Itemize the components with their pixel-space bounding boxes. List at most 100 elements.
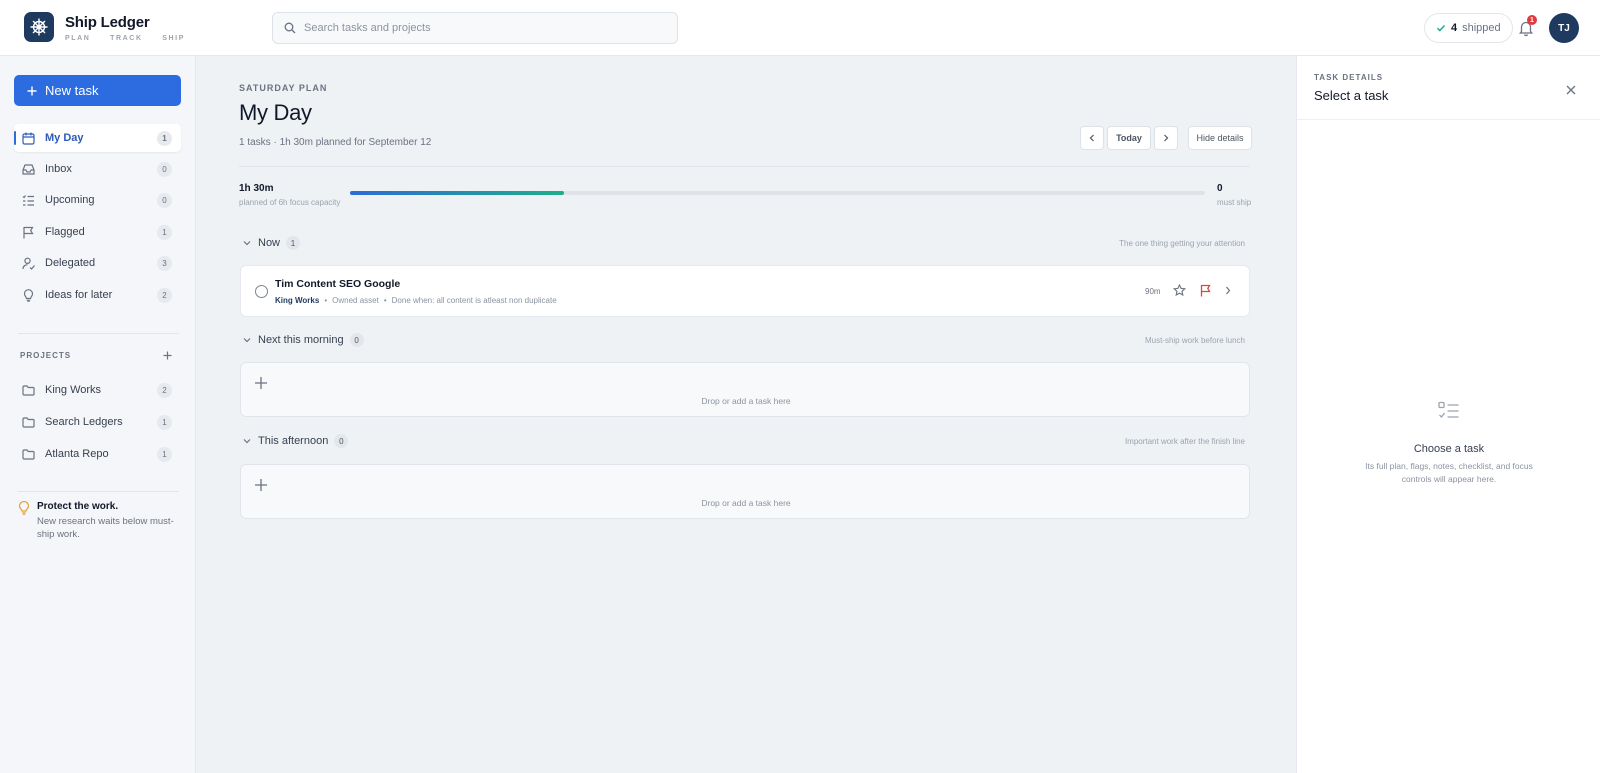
folder-icon (22, 384, 35, 397)
header-divider (239, 166, 1250, 167)
section-hint-next-this-morning: Must-ship work before lunch (1144, 335, 1245, 345)
task-project[interactable]: King Works (275, 296, 319, 305)
add-task-plus-icon[interactable] (254, 478, 268, 492)
project-item-king-works[interactable]: King Works 2 (14, 376, 181, 404)
projects-header: PROJECTS (20, 351, 172, 360)
nav-label-upcoming: Upcoming (45, 194, 95, 206)
capacity-caption: planned of 6h focus capacity (239, 198, 341, 207)
project-item-atlanta-repo[interactable]: Atlanta Repo 1 (14, 440, 181, 468)
calendar-icon (22, 132, 35, 145)
drop-zone-next-this-morning[interactable]: Drop or add a task here (240, 362, 1250, 417)
nav-count-delegated: 3 (157, 255, 172, 271)
section-hint-now: The one thing getting your attention (1119, 238, 1245, 248)
meta-separator: • (383, 296, 387, 305)
section-count-next-this-morning: 0 (349, 333, 364, 347)
sidebar-divider (18, 333, 179, 334)
nav-item-upcoming[interactable]: Upcoming 0 (14, 186, 181, 214)
add-task-plus-icon[interactable] (254, 376, 268, 390)
ship-wheel-logo-icon[interactable] (24, 12, 54, 42)
task-done-when: Done when: all content is atleast non du… (391, 296, 557, 305)
task-title: Tim Content SEO Google (275, 278, 401, 290)
nav-item-my-day[interactable]: My Day 1 (14, 124, 181, 152)
nav-item-delegated[interactable]: Delegated 3 (14, 249, 181, 277)
sidebar-divider (18, 491, 179, 492)
planned-time: 1h 30m (239, 183, 274, 194)
task-complete-checkbox[interactable] (255, 285, 268, 298)
star-icon[interactable] (1173, 284, 1186, 297)
shipped-counter[interactable]: 4 shipped (1424, 13, 1513, 43)
details-title: Select a task (1314, 88, 1389, 103)
section-title-next-this-morning: Next this morning (258, 334, 344, 346)
section-hint-this-afternoon: Important work after the finish line (1124, 436, 1245, 446)
close-icon[interactable] (1564, 83, 1578, 97)
must-ship-count: 0 (1217, 183, 1223, 194)
task-details-panel: TASK DETAILS Select a task Choose a task… (1296, 56, 1600, 773)
capacity-progress-bar (350, 191, 1205, 195)
previous-day-button[interactable] (1080, 126, 1104, 150)
section-title-this-afternoon: This afternoon (258, 435, 329, 447)
chevron-right-icon[interactable] (1224, 286, 1232, 295)
section-title-now: Now (258, 237, 281, 249)
project-label-search-ledgers: Search Ledgers (45, 416, 123, 428)
must-ship-label: must ship (1217, 198, 1252, 207)
section-count-this-afternoon: 0 (334, 434, 349, 448)
section-count-now: 1 (286, 236, 301, 250)
nav-item-inbox[interactable]: Inbox 0 (14, 155, 181, 183)
tip-card: Protect the work. New research waits bel… (18, 501, 178, 541)
tip-body: New research waits below must-ship work. (37, 516, 174, 540)
nav-count-flagged: 1 (157, 224, 172, 240)
project-item-search-ledgers[interactable]: Search Ledgers 1 (14, 408, 181, 436)
shipped-label: shipped (1462, 22, 1501, 34)
empty-state-title: Choose a task (1413, 443, 1485, 455)
lightbulb-icon (22, 288, 35, 302)
section-header-this-afternoon[interactable]: This afternoon 0 Important work after th… (243, 434, 1245, 448)
section-header-now[interactable]: Now 1 The one thing getting your attenti… (243, 236, 1245, 250)
chevron-down-icon (243, 437, 251, 445)
plus-icon (27, 86, 37, 96)
inbox-icon (22, 163, 35, 176)
section-header-next-this-morning[interactable]: Next this morning 0 Must-ship work befor… (243, 333, 1245, 347)
folder-icon (22, 448, 35, 461)
drop-zone-this-afternoon[interactable]: Drop or add a task here (240, 464, 1250, 519)
folder-icon (22, 416, 35, 429)
search-box[interactable] (272, 12, 678, 44)
shipped-count: 4 (1451, 22, 1458, 34)
user-delegate-icon (22, 257, 35, 270)
nav-label-delegated: Delegated (45, 257, 96, 269)
add-project-plus-icon[interactable] (163, 351, 172, 360)
new-task-label: New task (45, 83, 99, 98)
notification-badge: 1 (1527, 15, 1537, 25)
nav-label-flagged: Flagged (45, 226, 85, 238)
project-count-king-works: 2 (157, 382, 172, 398)
project-label-king-works: King Works (45, 384, 102, 396)
task-card[interactable]: Tim Content SEO Google King Works • Owne… (240, 265, 1250, 317)
today-button[interactable]: Today (1107, 126, 1151, 150)
new-task-button[interactable]: New task (14, 75, 181, 106)
user-avatar[interactable]: TJ (1549, 13, 1579, 43)
nav-label-inbox: Inbox (45, 163, 72, 175)
capacity-progress-fill (350, 191, 564, 195)
nav-count-my-day: 1 (157, 130, 172, 146)
nav-item-flagged[interactable]: Flagged 1 (14, 218, 181, 246)
project-count-search-ledgers: 1 (157, 414, 172, 430)
empty-state-body: Its full plan, flags, notes, checklist, … (1365, 461, 1533, 484)
plan-eyebrow: SATURDAY PLAN (239, 83, 328, 93)
projects-header-label: PROJECTS (20, 351, 72, 360)
page-title: My Day (239, 100, 312, 125)
details-divider (1297, 119, 1600, 120)
drop-hint: Drop or add a task here (701, 396, 791, 406)
nav-label-ideas-for-later: Ideas for later (45, 289, 113, 301)
flag-icon[interactable] (1199, 284, 1212, 297)
nav-count-inbox: 0 (157, 161, 172, 177)
search-input[interactable] (304, 22, 664, 34)
nav-item-ideas-for-later[interactable]: Ideas for later 2 (14, 281, 181, 309)
task-tag: Owned asset (332, 296, 379, 305)
chevron-left-icon (1088, 134, 1096, 142)
project-label-atlanta-repo: Atlanta Repo (45, 448, 109, 460)
main-content: SATURDAY PLAN My Day 1 tasks · 1h 30m pl… (196, 56, 1296, 773)
tagline-plan: PLAN (65, 35, 91, 42)
tagline-track: TRACK (110, 35, 143, 42)
next-day-button[interactable] (1154, 126, 1178, 150)
checklist-icon (1438, 401, 1460, 421)
hide-details-button[interactable]: Hide details (1188, 126, 1252, 150)
